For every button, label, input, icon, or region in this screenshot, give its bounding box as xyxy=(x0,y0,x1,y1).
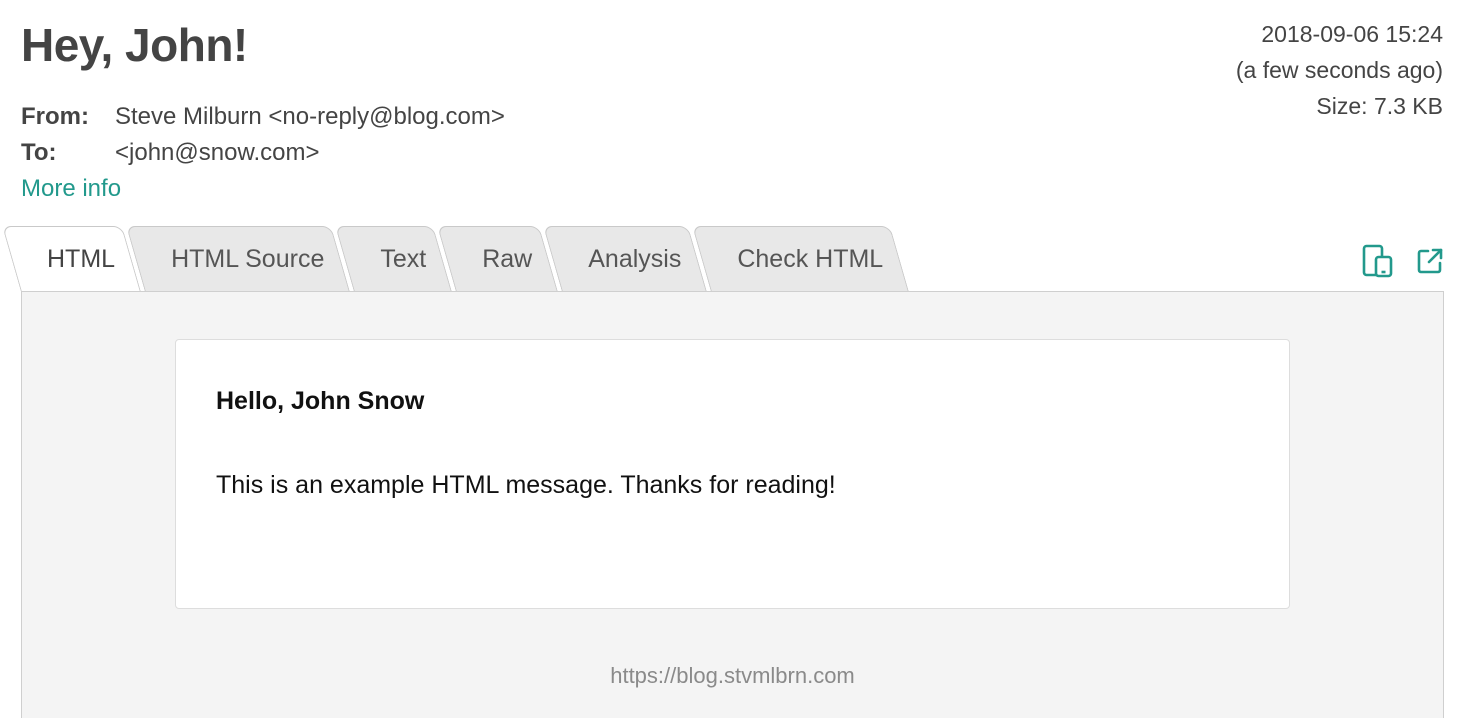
more-info-link[interactable]: More info xyxy=(21,171,121,207)
email-footer-link[interactable]: https://blog.stvmlbrn.com xyxy=(22,663,1443,689)
from-value: Steve Milburn <no-reply@blog.com> xyxy=(115,103,505,130)
tab-html[interactable]: HTML xyxy=(21,226,141,292)
message-view: Hey, John! 2018-09-06 15:24 (a few secon… xyxy=(0,0,1466,718)
email-body-card: Hello, John Snow This is an example HTML… xyxy=(175,339,1290,609)
tab-text[interactable]: Text xyxy=(354,226,452,292)
tab-raw-label: Raw xyxy=(482,244,533,273)
tab-html-source[interactable]: HTML Source xyxy=(145,226,350,292)
to-value: <john@snow.com> xyxy=(115,139,320,166)
email-body-text: This is an example HTML message. Thanks … xyxy=(216,471,836,499)
tab-check-html-label: Check HTML xyxy=(737,244,884,273)
toolbar-icons xyxy=(1362,244,1444,278)
open-external-icon[interactable] xyxy=(1416,247,1444,275)
message-headers: From: Steve Milburn <no-reply@blog.com> … xyxy=(21,99,505,171)
from-label: From: xyxy=(21,103,89,130)
tab-check-html[interactable]: Check HTML xyxy=(711,226,909,292)
html-preview-frame: Hello, John Snow This is an example HTML… xyxy=(21,291,1444,718)
view-tabs: HTML HTML Source Text Raw Analysis Check… xyxy=(21,226,913,292)
message-relative-time: (a few seconds ago) xyxy=(1235,57,1443,83)
tab-text-label: Text xyxy=(380,244,427,273)
email-greeting: Hello, John Snow xyxy=(216,387,425,415)
message-subject: Hey, John! xyxy=(21,19,248,71)
tab-analysis-label: Analysis xyxy=(588,244,682,273)
from-row: From: Steve Milburn <no-reply@blog.com> xyxy=(21,99,505,135)
tab-analysis[interactable]: Analysis xyxy=(562,226,707,292)
tab-raw[interactable]: Raw xyxy=(456,226,558,292)
to-row: To: <john@snow.com> xyxy=(21,135,505,171)
tab-html-label: HTML xyxy=(47,244,116,273)
message-meta: 2018-09-06 15:24 (a few seconds ago) Siz… xyxy=(1236,16,1443,124)
responsive-devices-icon[interactable] xyxy=(1362,244,1394,278)
tab-html-source-label: HTML Source xyxy=(171,244,325,273)
to-label: To: xyxy=(21,139,57,166)
message-date: 2018-09-06 15:24 xyxy=(1261,21,1443,47)
message-size: Size: 7.3 KB xyxy=(1316,93,1443,119)
